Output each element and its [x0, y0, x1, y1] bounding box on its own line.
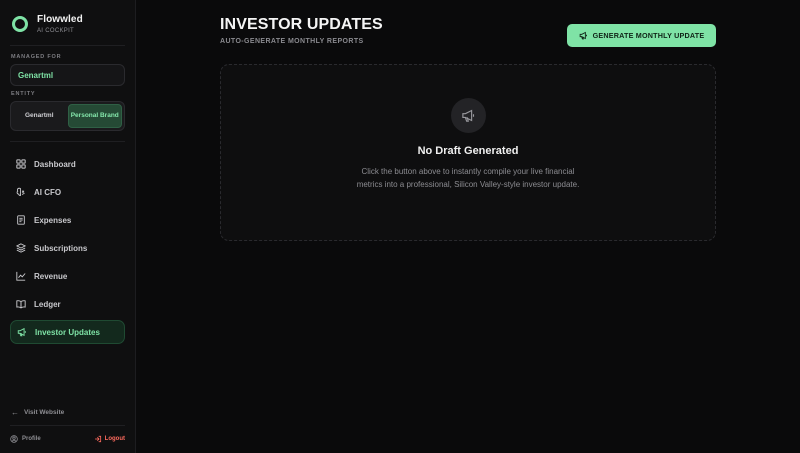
- logout-button[interactable]: Logout: [94, 435, 125, 443]
- sidebar-divider: [10, 425, 125, 426]
- arrow-left-icon: ←: [11, 407, 19, 417]
- sidebar-divider: [10, 45, 125, 46]
- brand-subtitle: AI COCKPIT: [37, 27, 75, 34]
- sidebar-item-label: Dashboard: [34, 159, 76, 169]
- entity-label: ENTITY: [11, 91, 36, 97]
- megaphone-icon: [579, 31, 587, 40]
- megaphone-icon: [461, 109, 474, 122]
- layers-icon: [16, 243, 26, 253]
- sidebar-item-revenue[interactable]: Revenue: [10, 264, 125, 288]
- sidebar-item-label: Subscriptions: [34, 243, 88, 253]
- entity-option-personal-brand[interactable]: Personal Brand: [67, 104, 122, 128]
- receipt-icon: [17, 215, 25, 225]
- account-row: Profile Logout: [10, 433, 125, 445]
- generate-monthly-update-button[interactable]: GENERATE MONTHLY UPDATE: [567, 24, 716, 47]
- sidebar-footer: ← Visit Website Profile Logout: [10, 405, 125, 445]
- profile-label: Profile: [22, 436, 41, 442]
- empty-state-card: No Draft Generated Click the button abov…: [220, 64, 716, 241]
- sidebar-item-label: Investor Updates: [35, 327, 100, 337]
- brand-name: Flowwled: [37, 13, 83, 25]
- sidebar-item-dashboard[interactable]: Dashboard: [10, 152, 125, 176]
- logout-icon: [94, 435, 101, 443]
- sidebar-nav: Dashboard AI CFO Expenses Subscriptions …: [10, 152, 125, 344]
- book-icon: [16, 300, 26, 309]
- sidebar: Flowwled AI COCKPIT MANAGED FOR Genartml…: [0, 0, 136, 453]
- managed-for-label: MANAGED FOR: [11, 54, 62, 60]
- entity-toggle: Genartml Personal Brand: [10, 101, 125, 131]
- sidebar-item-subscriptions[interactable]: Subscriptions: [10, 236, 125, 260]
- generate-button-label: GENERATE MONTHLY UPDATE: [592, 31, 705, 40]
- profile-link[interactable]: Profile: [10, 435, 41, 443]
- brain-icon: [16, 187, 25, 197]
- sidebar-item-expenses[interactable]: Expenses: [10, 208, 125, 232]
- megaphone-icon: [17, 327, 26, 337]
- visit-website-label: Visit Website: [24, 408, 65, 416]
- user-circle-icon: [10, 435, 18, 443]
- sidebar-item-ledger[interactable]: Ledger: [10, 292, 125, 316]
- sidebar-item-label: Ledger: [34, 299, 61, 309]
- empty-state-description: Click the button above to instantly comp…: [356, 167, 580, 189]
- grid-icon: [16, 159, 26, 169]
- trend-icon: [16, 271, 26, 281]
- sidebar-item-label: AI CFO: [34, 187, 62, 197]
- empty-state-icon-wrap: [450, 98, 486, 133]
- brand[interactable]: Flowwled AI COCKPIT: [10, 12, 125, 36]
- sidebar-item-label: Expenses: [34, 215, 72, 225]
- visit-website-link[interactable]: ← Visit Website: [10, 405, 125, 419]
- sidebar-item-ai-cfo[interactable]: AI CFO: [10, 180, 125, 204]
- entity-option-genartml[interactable]: Genartml: [13, 104, 66, 128]
- sidebar-divider: [10, 141, 125, 142]
- brand-text: Flowwled AI COCKPIT: [37, 13, 83, 34]
- brand-logo-icon: [12, 16, 28, 32]
- main-content: INVESTOR UPDATES AUTO-GENERATE MONTHLY R…: [136, 0, 800, 453]
- logout-label: Logout: [104, 436, 125, 442]
- page-subtitle: AUTO-GENERATE MONTHLY REPORTS: [220, 38, 364, 45]
- empty-state-title: No Draft Generated: [417, 145, 519, 157]
- page-title: INVESTOR UPDATES: [220, 16, 383, 33]
- sidebar-item-investor-updates[interactable]: Investor Updates: [10, 320, 125, 344]
- app-root: Flowwled AI COCKPIT MANAGED FOR Genartml…: [0, 0, 800, 453]
- managed-for-select[interactable]: Genartml: [10, 64, 125, 86]
- sidebar-item-label: Revenue: [34, 271, 68, 281]
